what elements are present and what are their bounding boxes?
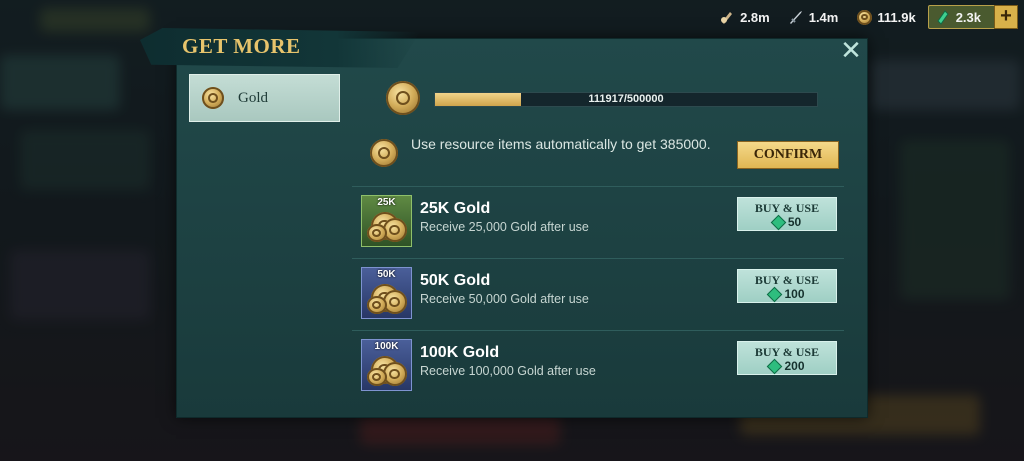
gem-icon [767,286,783,302]
gold-pile-icon [366,208,407,242]
item-row-25k: 25K 25K Gold Receive 25,000 Gold after u… [352,188,844,250]
add-gems-button[interactable]: + [994,5,1018,29]
resource-gem: 2.3k + [927,5,1018,29]
buy-label: BUY & USE [754,345,820,359]
item-name: 50K Gold [420,272,491,289]
dialog-title: GET MORE [182,34,301,58]
item-thumbnail: 25K [361,195,412,247]
auto-use-text: Use resource items automatically to get … [411,136,711,152]
potion-icon [719,9,735,25]
price: 100 [784,287,805,301]
confirm-button[interactable]: CONFIRM [737,141,839,169]
buy-and-use-button[interactable]: BUY & USE 200 [737,341,837,375]
sword-icon [788,9,804,25]
item-row-50k: 50K 50K Gold Receive 50,000 Gold after u… [352,260,844,322]
buy-and-use-button[interactable]: BUY & USE 50 [737,197,837,231]
gold-coin-icon [370,139,398,167]
gem-icon [767,358,783,374]
progress-text: 111917/500000 [588,93,664,105]
resource-potion-value: 2.8m [740,9,770,25]
divider [352,186,844,187]
tab-gold-label: Gold [238,89,268,106]
buy-label: BUY & USE [754,201,820,215]
gem-icon [770,214,787,230]
gold-pile-icon [366,280,407,314]
item-desc: Receive 50,000 Gold after use [420,292,589,306]
item-row-100k: 100K 100K Gold Receive 100,000 Gold afte… [352,332,844,394]
item-desc: Receive 25,000 Gold after use [420,220,589,234]
resource-gem-value: 2.3k [955,9,981,25]
gold-coin-icon [856,9,872,25]
price: 200 [784,359,805,373]
buy-label: BUY & USE [754,273,820,287]
price: 50 [787,215,802,229]
resource-potion: 2.8m [713,6,776,28]
item-desc: Receive 100,000 Gold after use [420,364,596,378]
resource-sword: 1.4m [782,6,845,28]
gold-progress-bar: 111917/500000 [434,92,818,107]
gold-pile-icon [366,352,407,386]
resource-gold: 111.9k [850,6,921,28]
gold-coin-icon [386,81,420,115]
item-name: 25K Gold [420,200,491,217]
item-tag: 100K [374,341,399,352]
resource-sword-value: 1.4m [808,9,839,25]
tab-gold[interactable]: Gold [189,74,340,122]
item-tag: 50K [377,269,396,280]
resource-bar: 2.8m 1.4m 111.9k 2.3k + [713,5,1018,29]
gem-icon [935,9,951,25]
item-thumbnail: 100K [361,339,412,391]
divider [352,330,844,331]
gold-coin-icon [202,87,224,109]
buy-and-use-button[interactable]: BUY & USE 100 [737,269,837,303]
item-name: 100K Gold [420,344,500,361]
item-thumbnail: 50K [361,267,412,319]
item-tag: 25K [377,197,396,208]
divider [352,258,844,259]
close-icon[interactable]: ✕ [838,37,864,63]
resource-gold-value: 111.9k [877,9,916,25]
